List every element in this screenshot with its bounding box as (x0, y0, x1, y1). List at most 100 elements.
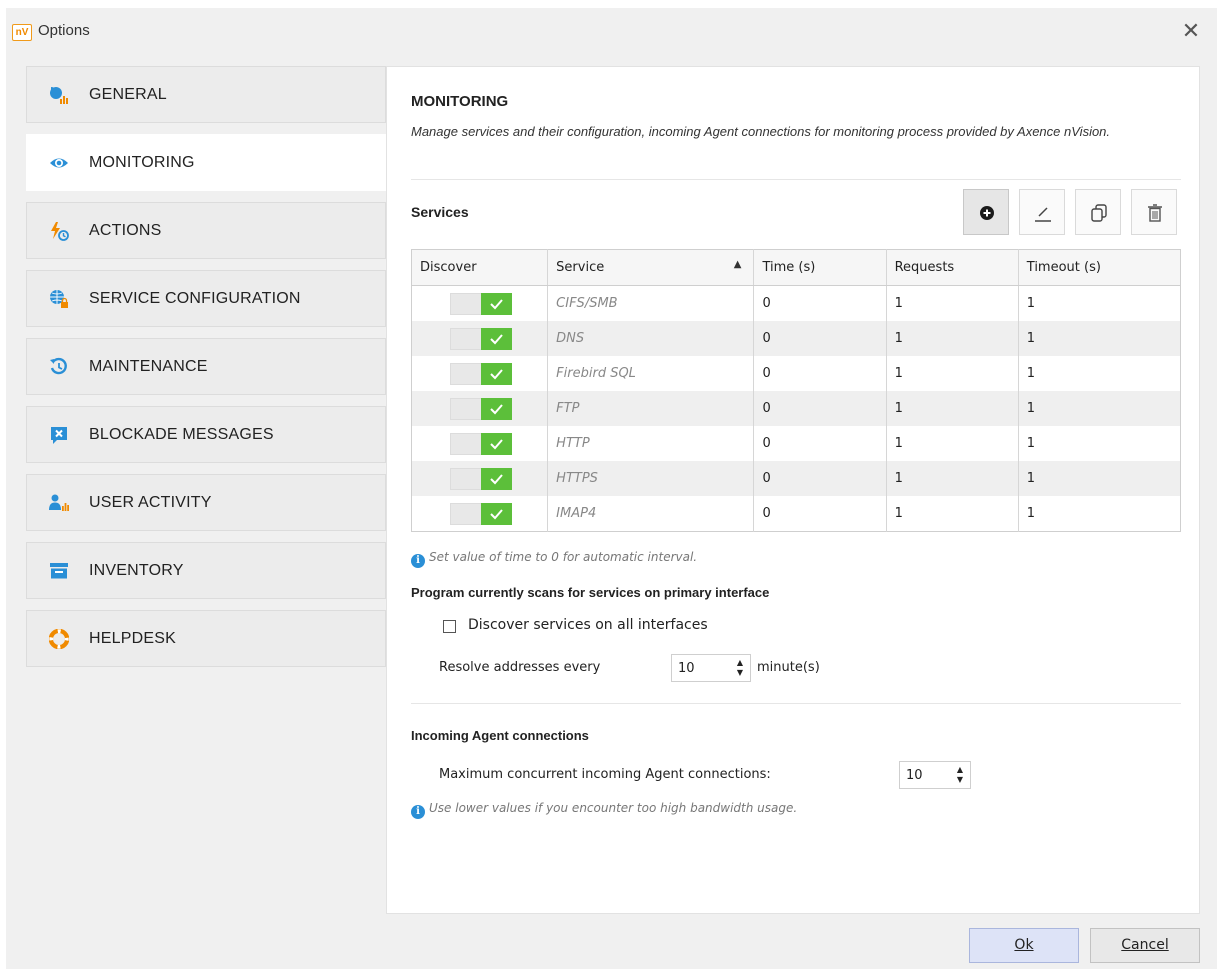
column-header-time[interactable]: Time (s) (753, 249, 887, 286)
resolve-interval-stepper[interactable]: 10 ▲ ▼ (671, 654, 751, 682)
service-name-cell: Firebird SQL (547, 356, 755, 391)
sidebar-item-label: USER ACTIVITY (89, 494, 212, 511)
page-description: Manage services and their configuration,… (411, 124, 1111, 139)
delete-icon (1148, 204, 1162, 222)
discover-all-label: Discover services on all interfaces (468, 617, 708, 633)
stepper-arrows-icon[interactable]: ▲ ▼ (734, 658, 746, 678)
message-block-icon (51, 427, 67, 444)
time-cell: 0 (753, 285, 887, 321)
inventory-icon (50, 563, 68, 579)
sidebar-item-maintenance[interactable]: MAINTENANCE (26, 338, 386, 395)
sidebar-item-label: MONITORING (89, 154, 195, 171)
discover-cell (411, 285, 549, 321)
discover-toggle[interactable] (450, 292, 512, 315)
bandwidth-hint-text: Use lower values if you encounter too hi… (429, 801, 798, 815)
edit-service-button[interactable] (1019, 189, 1065, 235)
table-row[interactable]: DNS 0 1 1 (411, 321, 1181, 356)
requests-cell: 1 (886, 356, 1019, 391)
column-header-discover[interactable]: Discover (411, 249, 549, 286)
check-icon (490, 403, 503, 414)
ok-button[interactable]: Ok (969, 928, 1079, 963)
close-button[interactable]: ✕ (1179, 20, 1203, 44)
sidebar-item-blockade-messages[interactable]: BLOCKADE MESSAGES (26, 406, 386, 463)
sidebar-item-label: BLOCKADE MESSAGES (89, 426, 274, 443)
sidebar-item-user-activity[interactable]: USER ACTIVITY (26, 474, 386, 531)
requests-cell: 1 (886, 426, 1019, 461)
check-icon (490, 368, 503, 379)
table-row[interactable]: FTP 0 1 1 (411, 391, 1181, 426)
resolve-interval-value: 10 (678, 661, 695, 676)
discover-cell (411, 391, 549, 426)
service-name-cell: HTTPS (547, 461, 755, 496)
service-name-cell: CIFS/SMB (547, 285, 755, 321)
window-title: Options (38, 22, 90, 39)
requests-cell: 1 (886, 321, 1019, 356)
services-heading: Services (411, 204, 469, 220)
lifebuoy-icon (49, 629, 69, 649)
timeout-cell: 1 (1018, 461, 1181, 496)
delete-service-button[interactable] (1131, 189, 1177, 235)
max-agent-value: 10 (906, 768, 923, 783)
title-bar: nV Options ✕ (6, 8, 1217, 56)
time-cell: 0 (753, 496, 887, 532)
discover-cell (411, 356, 549, 391)
column-header-service[interactable]: Service ▲ (547, 249, 755, 286)
discover-cell (411, 496, 549, 532)
resolve-unit: minute(s) (757, 660, 820, 675)
discover-cell (411, 321, 549, 356)
sidebar-item-actions[interactable]: ACTIONS (26, 202, 386, 259)
add-service-button[interactable] (963, 189, 1009, 235)
table-row[interactable]: Firebird SQL 0 1 1 (411, 356, 1181, 391)
sidebar-item-service-configuration[interactable]: SERVICE CONFIGURATION (26, 270, 386, 327)
discover-cell (411, 461, 549, 496)
discover-toggle[interactable] (450, 397, 512, 420)
column-header-label: Service (556, 260, 605, 275)
close-icon: ✕ (1181, 19, 1201, 44)
sidebar-item-label: MAINTENANCE (89, 358, 208, 375)
cancel-button[interactable]: Cancel (1090, 928, 1200, 963)
toggle-knob (481, 432, 512, 455)
table-row[interactable]: CIFS/SMB 0 1 1 (411, 285, 1181, 321)
column-header-timeout[interactable]: Timeout (s) (1018, 249, 1181, 286)
history-icon (50, 357, 67, 375)
toggle-knob (481, 292, 512, 315)
info-icon: i (411, 805, 425, 819)
toggle-knob (481, 467, 512, 490)
requests-cell: 1 (886, 496, 1019, 532)
sidebar-item-helpdesk[interactable]: HELPDESK (26, 610, 386, 667)
table-row[interactable]: IMAP4 0 1 1 (411, 496, 1181, 532)
add-icon (980, 206, 994, 220)
copy-service-button[interactable] (1075, 189, 1121, 235)
stepper-arrows-icon[interactable]: ▲ ▼ (954, 765, 966, 785)
table-row[interactable]: HTTP 0 1 1 (411, 426, 1181, 461)
requests-cell: 1 (886, 391, 1019, 426)
time-cell: 0 (753, 426, 887, 461)
discover-toggle[interactable] (450, 362, 512, 385)
sidebar-item-general[interactable]: GENERAL (26, 66, 386, 123)
timeout-cell: 1 (1018, 321, 1181, 356)
time-cell: 0 (753, 461, 887, 496)
discover-toggle[interactable] (450, 502, 512, 525)
max-agent-stepper[interactable]: 10 ▲ ▼ (899, 761, 971, 789)
time-cell: 0 (753, 391, 887, 426)
discover-toggle[interactable] (450, 467, 512, 490)
discover-all-checkbox[interactable] (443, 620, 456, 633)
copy-icon (1091, 204, 1107, 222)
timeout-cell: 1 (1018, 426, 1181, 461)
divider (411, 179, 1181, 180)
sidebar-item-monitoring[interactable]: MONITORING (26, 134, 386, 191)
discover-toggle[interactable] (450, 432, 512, 455)
table-row[interactable]: HTTPS 0 1 1 (411, 461, 1181, 496)
time-cell: 0 (753, 356, 887, 391)
agent-heading: Incoming Agent connections (411, 728, 589, 743)
service-name-cell: DNS (547, 321, 755, 356)
discover-toggle[interactable] (450, 327, 512, 350)
info-icon: i (411, 554, 425, 568)
sort-ascending-icon: ▲ (733, 259, 742, 270)
service-name-cell: FTP (547, 391, 755, 426)
sidebar-item-inventory[interactable]: INVENTORY (26, 542, 386, 599)
bandwidth-hint: i Use lower values if you encounter too h… (411, 801, 797, 819)
check-icon (490, 473, 503, 484)
column-header-requests[interactable]: Requests (886, 249, 1019, 286)
chart-icon (50, 87, 68, 104)
